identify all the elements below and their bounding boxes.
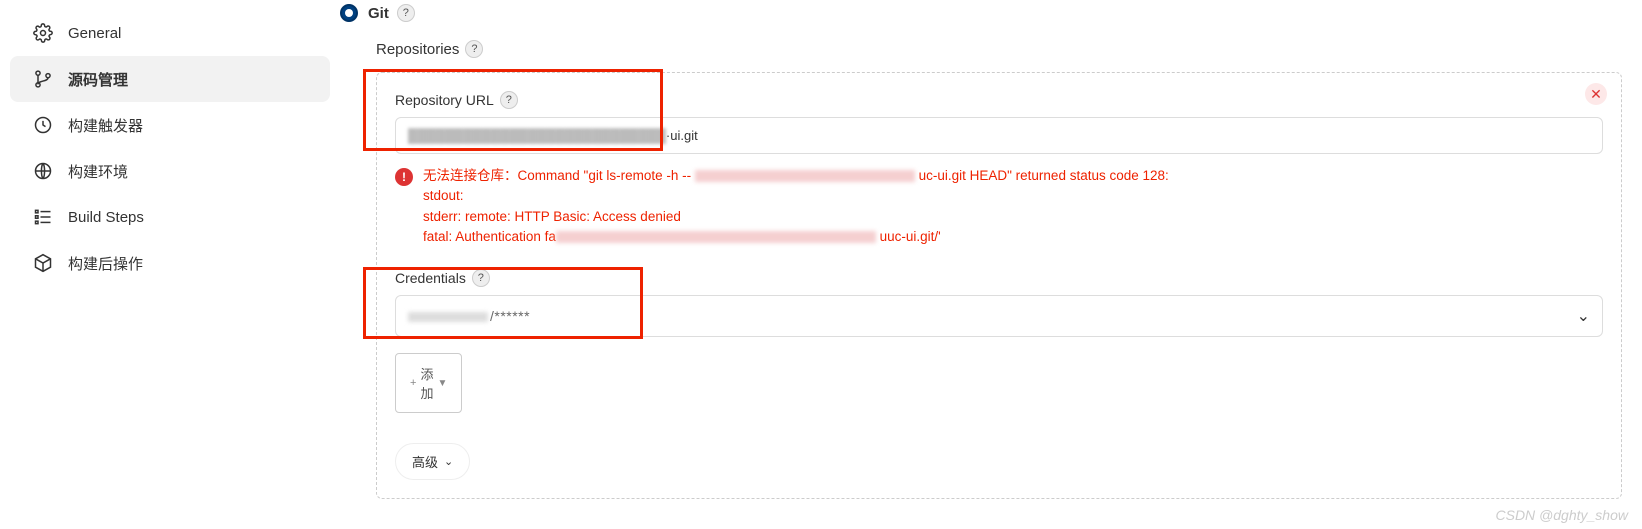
error-text: 无法连接仓库：Command "git ls-remote -h -- uc-u… <box>423 166 1169 247</box>
error-block: ! 无法连接仓库：Command "git ls-remote -h -- uc… <box>395 166 1603 247</box>
advanced-button[interactable]: 高级 ⌄ <box>395 443 470 480</box>
credentials-select[interactable]: /****** ⌄ <box>395 295 1603 337</box>
credentials-value: /****** <box>490 308 530 324</box>
repo-url-label-row: Repository URL ? <box>395 91 1603 109</box>
chevron-down-icon: ⌄ <box>1577 306 1590 326</box>
help-icon[interactable]: ? <box>465 40 483 58</box>
sidebar: General 源码管理 构建触发器 构建环境 Build Steps <box>0 0 340 529</box>
sidebar-item-label: General <box>68 25 121 42</box>
sidebar-item-label: 构建后操作 <box>68 253 143 274</box>
add-label: 添 加 <box>420 364 433 402</box>
repo-url-suffix: ·ui.git <box>666 128 698 143</box>
advanced-label: 高级 <box>412 452 438 471</box>
error-icon: ! <box>395 168 413 186</box>
repo-url-label: Repository URL <box>395 92 494 108</box>
clock-icon <box>32 114 54 136</box>
sidebar-item-label: 构建触发器 <box>68 115 143 136</box>
help-icon[interactable]: ? <box>500 91 518 109</box>
chevron-down-icon: ⌄ <box>444 455 453 468</box>
sidebar-item-general[interactable]: General <box>10 10 330 56</box>
credentials-label: Credentials <box>395 270 466 286</box>
repository-block: ✕ Repository URL ? █████████████████████… <box>376 72 1622 499</box>
sidebar-item-label: Build Steps <box>68 209 144 226</box>
sidebar-item-scm[interactable]: 源码管理 <box>10 56 330 102</box>
repositories-label: Repositories <box>376 41 459 58</box>
sidebar-item-triggers[interactable]: 构建触发器 <box>10 102 330 148</box>
close-icon[interactable]: ✕ <box>1585 83 1607 105</box>
list-icon <box>32 206 54 228</box>
repositories-header: Repositories ? <box>376 40 1622 58</box>
plus-icon: + <box>410 377 416 389</box>
add-credentials-button[interactable]: + 添 加 ▼ <box>395 353 462 413</box>
sidebar-item-env[interactable]: 构建环境 <box>10 148 330 194</box>
watermark: CSDN @dghty_show <box>1496 507 1629 523</box>
branch-icon <box>32 68 54 90</box>
caret-down-icon: ▼ <box>437 378 447 389</box>
sidebar-item-steps[interactable]: Build Steps <box>10 194 330 240</box>
radio-selected-icon <box>340 4 358 22</box>
sidebar-item-postbuild[interactable]: 构建后操作 <box>10 240 330 286</box>
main-content: Git ? Repositories ? ✕ Repository URL ? … <box>340 0 1642 529</box>
help-icon[interactable]: ? <box>397 4 415 22</box>
help-icon[interactable]: ? <box>472 269 490 287</box>
repo-url-input[interactable]: ████████████████████████████·ui.git <box>395 117 1603 154</box>
package-icon <box>32 252 54 274</box>
scm-git-radio[interactable]: Git ? <box>340 4 1622 22</box>
sidebar-item-label: 源码管理 <box>68 69 128 90</box>
scm-git-label: Git <box>368 5 389 22</box>
gear-icon <box>32 22 54 44</box>
sidebar-item-label: 构建环境 <box>68 161 128 182</box>
credentials-label-row: Credentials ? <box>395 269 1603 287</box>
globe-icon <box>32 160 54 182</box>
